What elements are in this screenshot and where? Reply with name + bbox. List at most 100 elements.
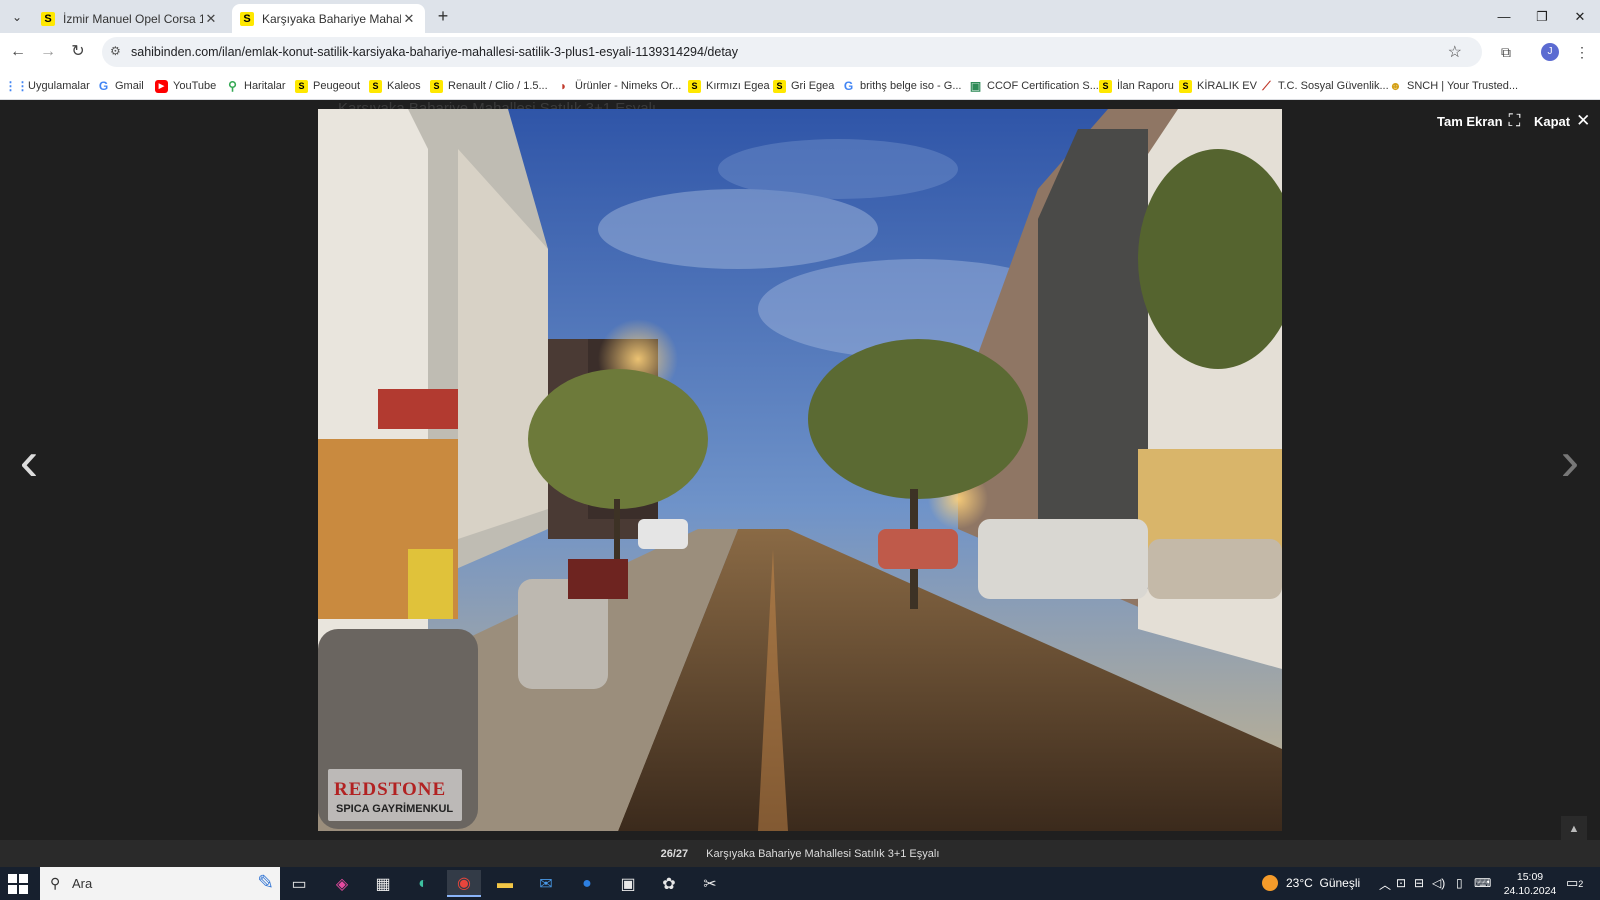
system-clock[interactable]: 15:09 24.10.2024	[1500, 870, 1560, 898]
sahibinden-favicon-icon: S	[240, 11, 254, 26]
bookmark-uygulamalar[interactable]: ⋮⋮ Uygulamalar	[4, 77, 90, 95]
tab-title: İzmir Manuel Opel Corsa 1.2 Tw	[63, 11, 203, 26]
address-bar[interactable]: ⚙ sahibinden.com/ilan/emlak-konut-satili…	[102, 37, 1482, 67]
clock-date: 24.10.2024	[1503, 885, 1557, 897]
minimize-button[interactable]: —	[1486, 4, 1522, 30]
notification-count: 2	[1578, 879, 1584, 889]
bookmark-snch[interactable]: ☻ SNCH | Your Trusted...	[1389, 77, 1518, 95]
bookmark-gri-egea[interactable]: S Gri Egea	[773, 77, 834, 95]
app-blue-circle-icon[interactable]: ●	[570, 870, 604, 897]
tab-opel-corsa[interactable]: S İzmir Manuel Opel Corsa 1.2 Tw ✕	[33, 4, 227, 33]
reload-icon[interactable]: ↻	[66, 40, 90, 64]
menu-kebab-icon[interactable]: ⋮	[1570, 40, 1594, 64]
bookmark-kiralik-ev[interactable]: S KİRALIK EV	[1179, 77, 1257, 95]
app-terminal-icon[interactable]: ▣	[611, 870, 645, 897]
street-photo-illustration	[318, 109, 1282, 831]
youtube-icon: ▶	[155, 79, 168, 93]
site-settings-icon[interactable]: ⚙	[110, 44, 121, 58]
sahibinden-icon: S	[688, 79, 701, 93]
bookmark-sgk[interactable]: ⟋ T.C. Sosyal Güvenlik...	[1260, 77, 1388, 95]
weather-temp: 23°C	[1286, 876, 1313, 890]
weather-text: Güneşli	[1319, 876, 1361, 890]
bookmark-label: Haritalar	[244, 80, 286, 92]
bookmark-youtube[interactable]: ▶ YouTube	[155, 77, 216, 95]
nimeks-icon: ◗	[559, 79, 568, 93]
clock-time: 15:09	[1516, 871, 1544, 883]
microsoft-store-icon[interactable]: ▦	[366, 870, 400, 897]
logo-line2: SPICA GAYRİMENKUL	[336, 803, 454, 815]
app-snipping-icon[interactable]: ✂	[693, 870, 727, 897]
close-label: Kapat	[1534, 113, 1571, 129]
bookmark-ilan-raporu[interactable]: S İlan Raporu	[1099, 77, 1174, 95]
bookmark-haritalar[interactable]: ⚲ Haritalar	[226, 77, 286, 95]
tray-chevron-icon[interactable]: ︿	[1379, 876, 1391, 893]
restore-button[interactable]: ❐	[1524, 4, 1560, 30]
sahibinden-icon: S	[1099, 79, 1112, 93]
browser-window: ⌄ S İzmir Manuel Opel Corsa 1.2 Tw ✕ S K…	[0, 0, 1600, 900]
photo-gallery-viewer: Karşıyaka Bahariye Mahallesi Satılık 3+1…	[0, 100, 1600, 867]
new-tab-button[interactable]: +	[432, 6, 454, 28]
volume-icon[interactable]: ◁)	[1432, 876, 1445, 890]
fullscreen-expand-icon: ⛶	[1508, 111, 1521, 130]
listing-photo[interactable]: REDSTONE SPICA GAYRİMENKUL	[318, 109, 1282, 831]
network-icon[interactable]: ⊟	[1414, 876, 1424, 890]
edge-icon[interactable]: ◐	[406, 870, 440, 897]
snch-icon: ☻	[1389, 79, 1402, 93]
ccof-icon: ▣	[969, 79, 982, 93]
battery-icon[interactable]: ▯	[1456, 876, 1463, 890]
previous-photo-chevron-icon[interactable]: ‹	[9, 433, 49, 493]
bookmark-label: Kırmızı Egea	[706, 80, 770, 92]
tab-search-chevron-icon[interactable]: ⌄	[6, 6, 28, 28]
sahibinden-icon: S	[430, 79, 443, 93]
bookmark-star-icon[interactable]: ☆	[1448, 42, 1462, 62]
bookmarks-bar: ⋮⋮ Uygulamalar G Gmail ▶ YouTube ⚲ Haritalar…	[0, 71, 1600, 100]
forward-arrow-icon[interactable]: →	[36, 40, 60, 64]
bookmark-brithsh[interactable]: Gbrithş belge iso - G...	[842, 77, 962, 95]
close-tab-icon[interactable]: ✕	[401, 11, 417, 27]
bookmark-kirmizi-egea[interactable]: S Kırmızı Egea	[688, 77, 770, 95]
chrome-icon[interactable]: ◉	[447, 870, 481, 897]
extensions-puzzle-icon[interactable]: ⧉	[1494, 40, 1518, 64]
tray-app-icon[interactable]: ⊡	[1396, 876, 1406, 890]
sahibinden-icon: S	[369, 79, 382, 93]
bookmark-label: YouTube	[173, 80, 217, 92]
keyboard-icon[interactable]: ⌨	[1474, 876, 1491, 890]
sahibinden-favicon-icon: S	[41, 11, 55, 26]
bookmark-label: brithş belge iso - G...	[860, 80, 962, 92]
app-paint-icon[interactable]: ✿	[652, 870, 686, 897]
bookmark-gmail[interactable]: G Gmail	[97, 77, 144, 95]
close-gallery-button[interactable]: Kapat ✕	[1534, 111, 1590, 131]
fullscreen-button[interactable]: Tam Ekran ⛶	[1437, 111, 1520, 131]
mail-icon[interactable]: ✉	[529, 870, 563, 897]
bookmark-renault[interactable]: S Renault / Clio / 1.5...	[430, 77, 548, 95]
profile-avatar[interactable]: J	[1541, 43, 1559, 61]
copilot-icon[interactable]: ◈	[325, 870, 359, 897]
weather-widget[interactable]: 23°C Güneşli	[1262, 875, 1360, 891]
bookmark-kaleos[interactable]: S Kaleos	[369, 77, 421, 95]
back-arrow-icon[interactable]: ←	[6, 40, 30, 64]
maps-icon: ⚲	[228, 79, 237, 93]
bookmark-label: Gri Egea	[791, 80, 835, 92]
bookmark-label: Kaleos	[387, 80, 421, 92]
bookmark-label: Gmail	[115, 80, 144, 92]
scroll-to-top-icon[interactable]: ▲	[1561, 816, 1587, 842]
apps-icon: ⋮⋮	[4, 79, 29, 93]
taskbar-search[interactable]: ⚲ Ara ✎	[40, 867, 280, 900]
windows-start-icon[interactable]	[8, 874, 28, 894]
bookmark-label: Ürünler - Nimeks Or...	[575, 80, 682, 92]
bookmark-ccof[interactable]: ▣ CCOF Certification S...	[969, 77, 1099, 95]
close-tab-icon[interactable]: ✕	[203, 11, 219, 27]
bookmark-nimeks[interactable]: ◗ Ürünler - Nimeks Or...	[557, 77, 681, 95]
task-view-icon[interactable]: ▭	[282, 870, 316, 897]
notification-icon[interactable]: ▭2	[1566, 875, 1583, 891]
bookmark-label: Peugeout	[313, 80, 361, 92]
tab-karsiyaka[interactable]: S Karşıyaka Bahariye Mahallesi Sa ✕	[232, 4, 425, 33]
tab-title: Karşıyaka Bahariye Mahallesi Sa	[262, 11, 401, 26]
bookmark-label: İlan Raporu	[1117, 80, 1174, 92]
bookmark-peugeout[interactable]: S Peugeout	[295, 77, 360, 95]
file-explorer-icon[interactable]: ▬	[488, 870, 522, 897]
taskbar-search-placeholder: Ara	[72, 876, 93, 891]
close-window-button[interactable]: ✕	[1562, 4, 1598, 30]
next-photo-chevron-icon[interactable]: ›	[1550, 433, 1590, 493]
url-text[interactable]: sahibinden.com/ilan/emlak-konut-satilik-…	[131, 45, 738, 59]
